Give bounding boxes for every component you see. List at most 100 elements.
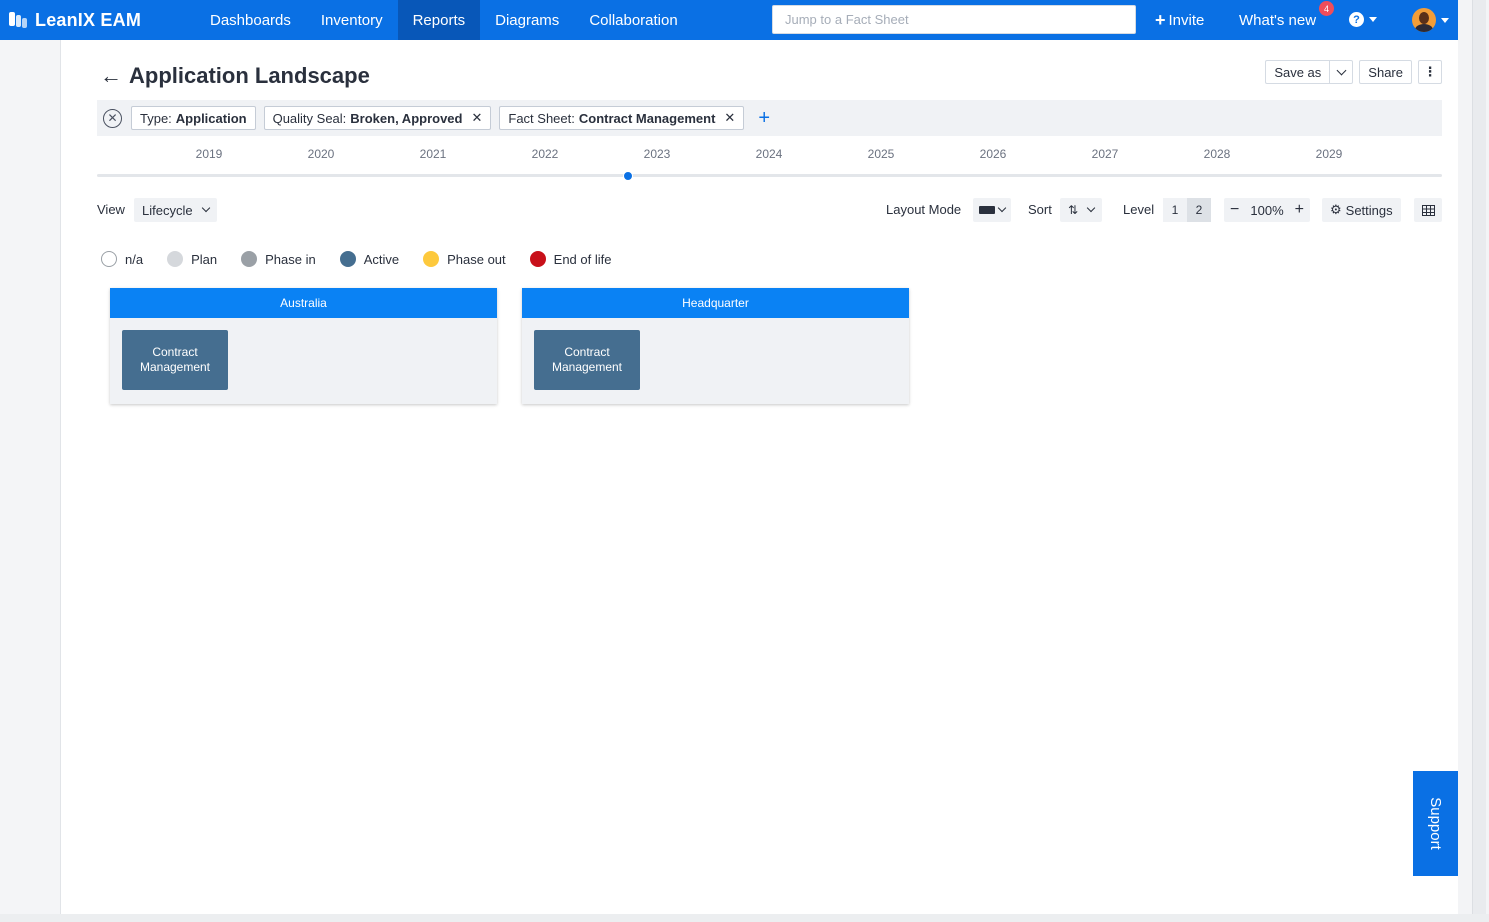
invite-button[interactable]: + Invite bbox=[1155, 0, 1204, 40]
timeline-years: 2019 2020 2021 2022 2023 2024 2025 2026 … bbox=[97, 147, 1442, 163]
add-filter-icon[interactable]: + bbox=[758, 107, 770, 130]
level-2-button[interactable]: 2 bbox=[1187, 198, 1211, 222]
back-arrow-icon[interactable]: ← bbox=[100, 65, 122, 87]
legend-item-phase-out: Phase out bbox=[423, 251, 506, 267]
legend-swatch bbox=[529, 251, 546, 267]
clear-filters-icon[interactable]: ✕ bbox=[103, 108, 122, 128]
report-toolbar: View Lifecycle Layout Mode Sort ⇅ Level … bbox=[97, 198, 1442, 222]
filter-chip-fact-sheet[interactable]: Fact Sheet: Contract Management ✕ bbox=[499, 106, 745, 130]
support-tab-button[interactable]: Support bbox=[1413, 771, 1458, 876]
zoom-out-button[interactable]: − bbox=[1230, 201, 1239, 219]
layout-mode-select[interactable] bbox=[973, 198, 1011, 222]
landscape-groups: Australia Contract Management Headquarte… bbox=[110, 288, 934, 404]
caret-down-icon bbox=[1441, 17, 1449, 23]
invite-label: Invite bbox=[1168, 11, 1205, 29]
app-logo[interactable]: LeanIX EAM bbox=[0, 10, 195, 31]
zoom-in-button[interactable]: + bbox=[1295, 201, 1304, 219]
chevron-down-icon bbox=[201, 203, 210, 213]
timeline-handle[interactable] bbox=[623, 171, 634, 181]
save-as-options-button[interactable] bbox=[1329, 60, 1354, 84]
legend-label: Phase out bbox=[447, 251, 506, 267]
legend-item-end-of-life: End of life bbox=[529, 251, 612, 267]
filter-chip-quality-seal[interactable]: Quality Seal: Broken, Approved ✕ bbox=[263, 106, 492, 130]
application-box[interactable]: Contract Management bbox=[534, 330, 640, 390]
report-actions: Save as Share ⋮ bbox=[1265, 60, 1442, 84]
gear-icon: ⚙ bbox=[1330, 202, 1342, 217]
legend-swatch bbox=[339, 251, 356, 267]
timeline-year: 2022 bbox=[531, 147, 559, 161]
timeline-year: 2021 bbox=[419, 147, 447, 161]
fact-sheet-search-input[interactable] bbox=[772, 5, 1136, 34]
timeline-year: 2020 bbox=[307, 147, 335, 161]
view-value: Lifecycle bbox=[142, 202, 193, 218]
legend-item-phase-in: Phase in bbox=[241, 251, 316, 267]
layout-mode-icon bbox=[979, 206, 995, 214]
sort-label: Sort bbox=[1028, 202, 1052, 217]
page-scrollbar[interactable] bbox=[1458, 0, 1489, 922]
remove-filter-icon[interactable]: ✕ bbox=[724, 110, 735, 126]
legend-item-na: n/a bbox=[101, 251, 143, 267]
chevron-down-icon bbox=[1086, 203, 1096, 213]
nav-inventory[interactable]: Inventory bbox=[306, 0, 398, 40]
zoom-control: − 100% + bbox=[1224, 198, 1310, 222]
filter-value: Contract Management bbox=[578, 110, 716, 126]
timeline-year: 2019 bbox=[195, 147, 223, 161]
save-as-button[interactable]: Save as bbox=[1265, 60, 1330, 84]
whats-new-button[interactable]: What's new bbox=[1239, 0, 1316, 40]
zoom-value: 100% bbox=[1250, 202, 1284, 218]
notification-count-badge: 4 bbox=[1319, 1, 1334, 16]
level-label: Level bbox=[1123, 202, 1155, 217]
nav-dashboards[interactable]: Dashboards bbox=[195, 0, 306, 40]
sort-icon: ⇅ bbox=[1068, 203, 1079, 217]
report-content: ← Application Landscape Save as Share ⋮ … bbox=[61, 40, 1458, 914]
timeline-slider[interactable]: 2019 2020 2021 2022 2023 2024 2025 2026 … bbox=[97, 144, 1442, 184]
application-box[interactable]: Contract Management bbox=[122, 330, 228, 390]
sort-select[interactable]: ⇅ bbox=[1060, 198, 1103, 222]
level-1-button[interactable]: 1 bbox=[1163, 198, 1187, 222]
nav-reports[interactable]: Reports bbox=[397, 0, 481, 40]
app-name: LeanIX EAM bbox=[35, 9, 142, 30]
leanix-logo-icon bbox=[9, 11, 27, 29]
timeline-year: 2029 bbox=[1315, 147, 1343, 161]
help-menu-button[interactable]: ? bbox=[1349, 12, 1377, 27]
group-card-headquarter: Headquarter Contract Management bbox=[522, 288, 909, 404]
legend-swatch bbox=[423, 251, 440, 267]
whats-new-label: What's new bbox=[1239, 11, 1317, 29]
avatar bbox=[1412, 8, 1436, 32]
main-nav: Dashboards Inventory Reports Diagrams Co… bbox=[195, 0, 693, 40]
bottom-edge bbox=[0, 914, 1489, 922]
nav-diagrams[interactable]: Diagrams bbox=[480, 0, 574, 40]
filter-key: Quality Seal: bbox=[272, 110, 347, 126]
support-label: Support bbox=[1427, 797, 1445, 850]
share-button[interactable]: Share bbox=[1359, 60, 1412, 84]
lifecycle-legend: n/a Plan Phase in Active Phase out End o… bbox=[101, 251, 635, 267]
chevron-down-icon bbox=[1336, 65, 1347, 75]
filter-bar: ✕ Type: Application Quality Seal: Broken, … bbox=[97, 100, 1442, 136]
table-view-icon[interactable] bbox=[1414, 198, 1442, 222]
group-title[interactable]: Headquarter bbox=[522, 288, 909, 318]
filter-value: Application bbox=[175, 110, 247, 126]
timeline-year: 2024 bbox=[755, 147, 783, 161]
filter-chip-type[interactable]: Type: Application bbox=[131, 106, 256, 130]
caret-down-icon bbox=[1369, 17, 1377, 22]
group-card-australia: Australia Contract Management bbox=[110, 288, 497, 404]
more-options-icon[interactable]: ⋮ bbox=[1418, 60, 1442, 84]
remove-filter-icon[interactable]: ✕ bbox=[471, 110, 482, 126]
timeline-year: 2027 bbox=[1091, 147, 1119, 161]
group-title[interactable]: Australia bbox=[110, 288, 497, 318]
nav-collaboration[interactable]: Collaboration bbox=[574, 0, 692, 40]
timeline-year: 2028 bbox=[1203, 147, 1231, 161]
legend-label: Phase in bbox=[265, 251, 316, 267]
legend-item-plan: Plan bbox=[167, 251, 217, 267]
legend-swatch bbox=[167, 251, 184, 267]
settings-label: Settings bbox=[1345, 202, 1393, 218]
view-select[interactable]: Lifecycle bbox=[134, 198, 217, 222]
legend-item-active: Active bbox=[339, 251, 399, 267]
left-sidebar bbox=[0, 40, 61, 922]
plus-icon: + bbox=[1155, 9, 1166, 30]
timeline-track[interactable] bbox=[97, 174, 1442, 177]
user-menu-button[interactable] bbox=[1412, 8, 1449, 32]
legend-label: End of life bbox=[553, 251, 612, 267]
timeline-year: 2026 bbox=[979, 147, 1007, 161]
settings-button[interactable]: ⚙ Settings bbox=[1322, 198, 1401, 222]
